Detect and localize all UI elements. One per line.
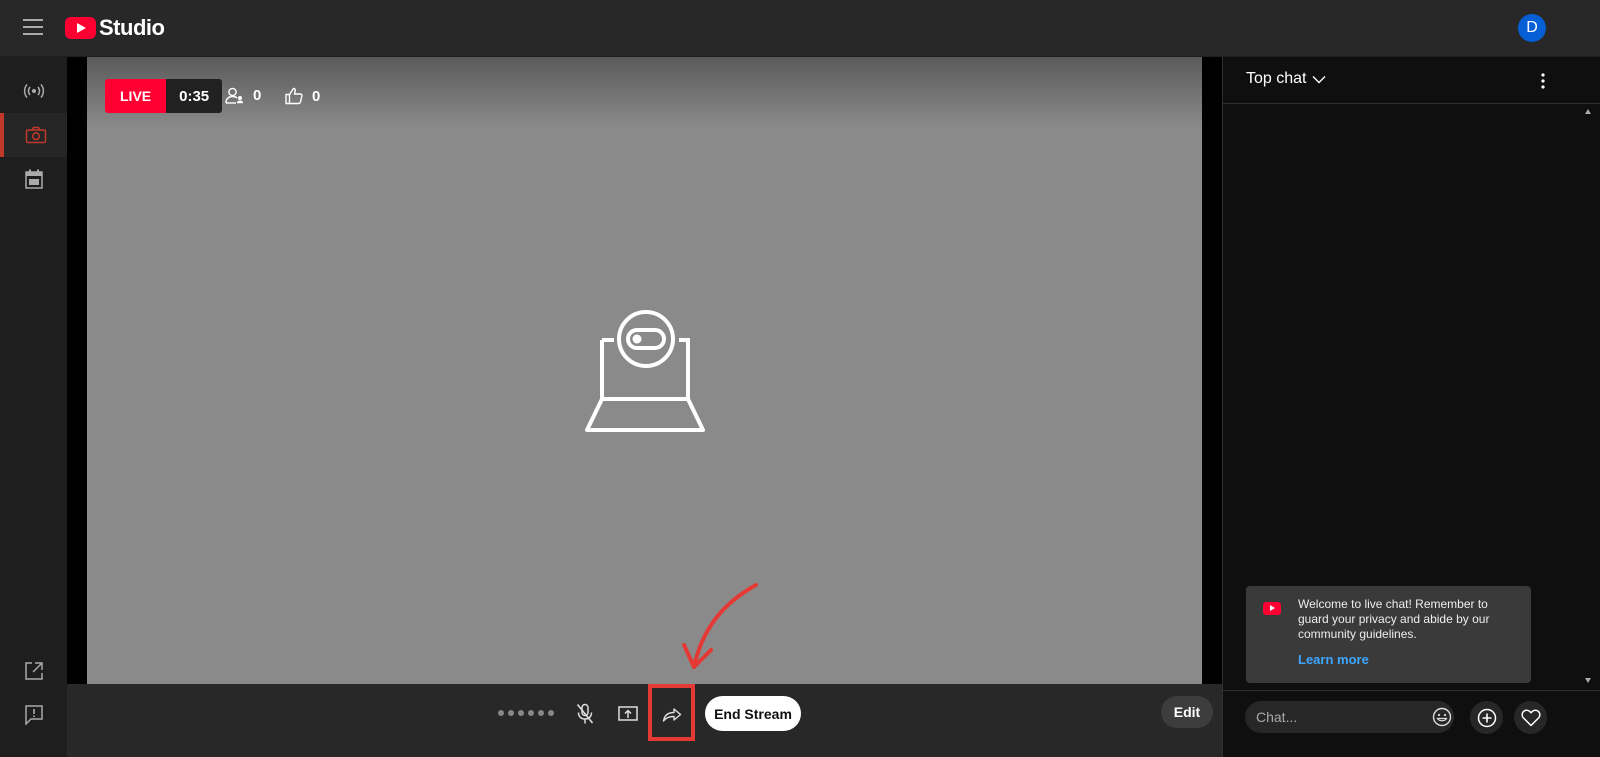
hamburger-icon[interactable] [23,19,43,37]
live-label: LIVE [105,79,167,113]
live-badge: LIVE 0:35 [105,79,223,113]
screen-share-button[interactable] [612,700,644,728]
welcome-message: Welcome to live chat! Remember to guard … [1246,586,1531,683]
viewers-icon [225,87,243,104]
viewers-value: 0 [253,87,262,104]
share-button[interactable] [656,700,688,728]
end-stream-button[interactable]: End Stream [705,696,801,731]
chat-mode-dropdown[interactable]: Top chat [1246,70,1326,88]
nav-item-stream[interactable] [0,69,67,113]
chat-scroll-up[interactable] [1585,109,1591,114]
likes-value: 0 [312,87,321,105]
chat-input[interactable] [1245,701,1454,733]
add-icon [1477,708,1496,727]
logo-text: Studio [99,15,165,40]
edit-button[interactable]: Edit [1161,696,1213,728]
share-arrow-icon [662,708,682,722]
stream-controls: End Stream Edit [67,684,1222,757]
learn-more-link[interactable]: Learn more [1298,652,1369,667]
emoji-icon[interactable] [1432,707,1452,727]
chat-title: Top chat [1246,70,1307,87]
more-vert-icon[interactable] [1535,71,1551,91]
top-bar: Studio D [0,0,1600,57]
elapsed-time: 0:35 [166,79,223,113]
external-link-icon [24,662,43,680]
camera-icon [25,126,46,144]
chat-input-bar [1223,690,1600,757]
mute-mic-button[interactable] [569,700,601,728]
add-button[interactable] [1470,701,1503,734]
video-preview-area: LIVE 0:35 0 0 [67,57,1222,684]
thumbs-up-icon [285,87,303,105]
audio-level-meter [498,710,554,716]
youtube-logo-icon [1263,602,1281,615]
nav-item-manage[interactable] [0,157,67,201]
super-thanks-button[interactable] [1514,701,1547,734]
youtube-logo-icon [65,17,96,39]
annotation-arrow [682,583,758,669]
likes-count: 0 [285,87,320,105]
calendar-icon [24,169,43,189]
live-chat-panel: Top chat Welcome to live chat! Remember … [1222,57,1600,757]
live-broadcast-icon [23,84,44,98]
chat-scroll-down[interactable] [1585,678,1591,683]
left-nav [0,57,67,757]
webcam-off-icon [585,310,705,432]
mic-off-icon [576,703,594,724]
nav-item-feedback[interactable] [0,693,67,737]
welcome-text: Welcome to live chat! Remember to guard … [1298,597,1490,641]
viewers-count: 0 [225,87,261,104]
chevron-down-icon [1312,75,1326,83]
chat-header: Top chat [1223,57,1600,104]
screen-share-icon [618,706,638,721]
avatar[interactable]: D [1518,14,1546,42]
nav-item-webcam[interactable] [0,113,67,157]
feedback-icon [24,705,43,725]
studio-logo[interactable]: Studio [65,14,165,42]
nav-item-open-external[interactable] [0,649,67,693]
video-preview: LIVE 0:35 0 0 [87,57,1202,684]
heart-icon [1520,709,1541,726]
